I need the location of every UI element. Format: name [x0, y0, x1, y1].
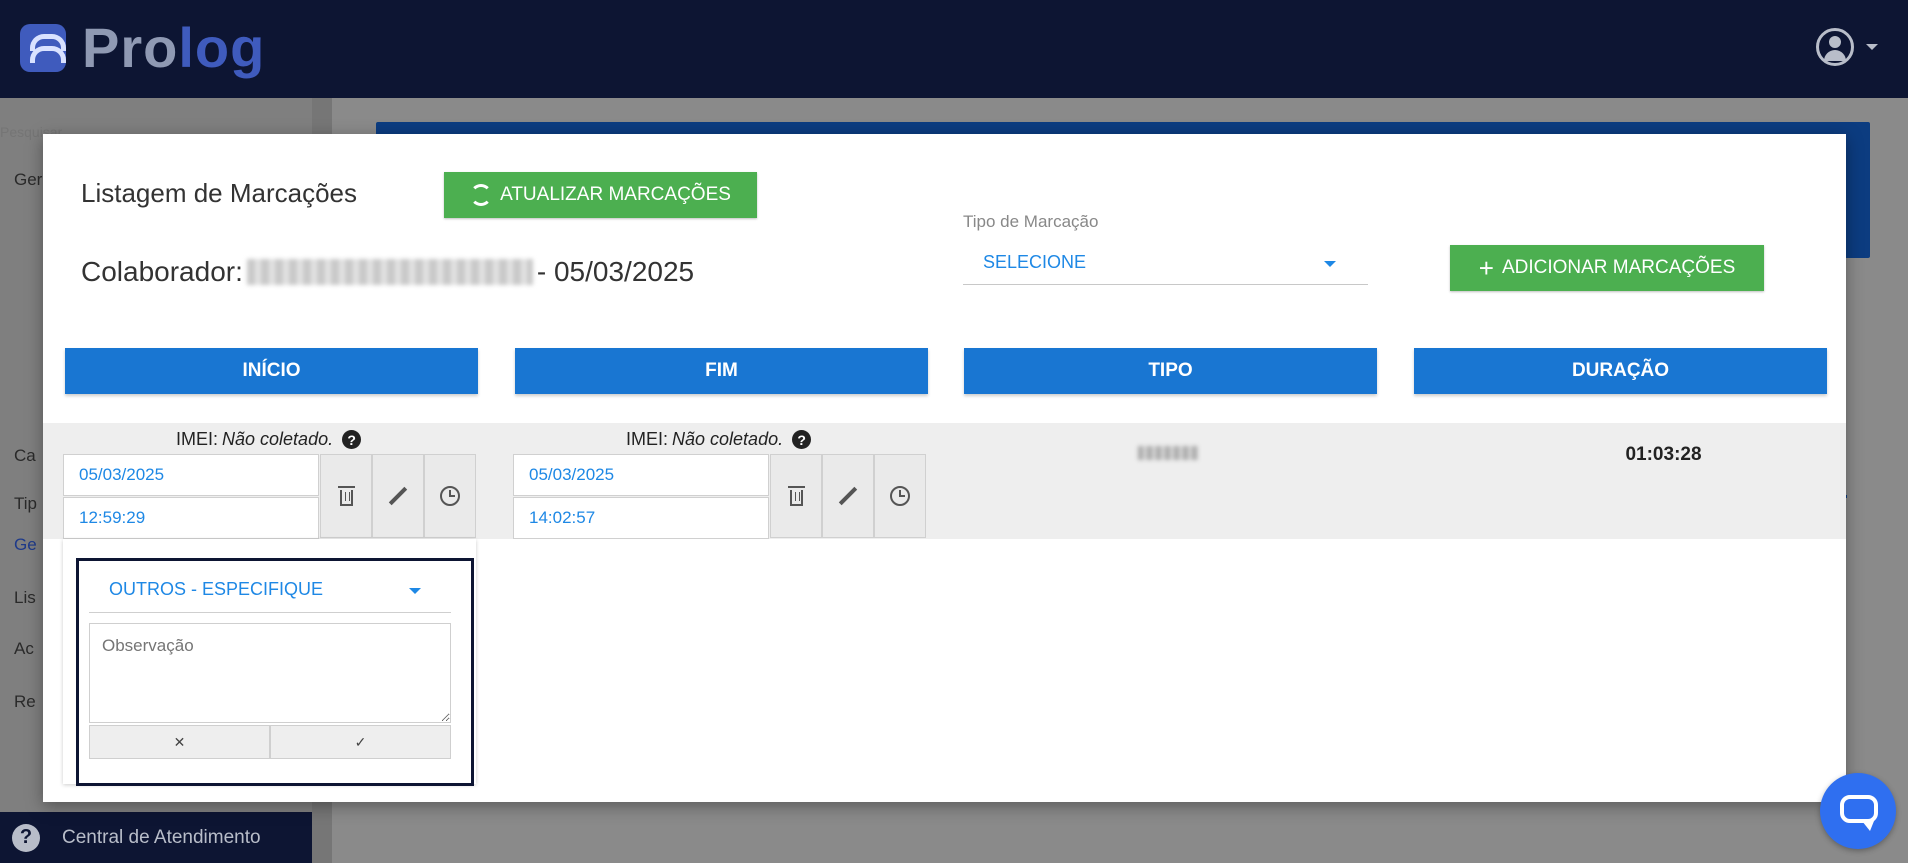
duracao-value: 01:03:28 [1625, 444, 1702, 465]
help-center-bar[interactable]: ? Central de Atendimento [0, 812, 312, 863]
inicio-history-button[interactable] [424, 454, 476, 538]
modal-title: Listagem de Marcações [81, 178, 358, 208]
pencil-icon [838, 486, 858, 506]
chat-button[interactable] [1820, 773, 1896, 849]
column-header-fim: FIM [515, 348, 928, 394]
logo-text: Prolog [82, 16, 266, 79]
top-bar: Prolog [0, 0, 1908, 98]
sidebar-item-5[interactable]: Ac [14, 639, 34, 659]
column-header-duracao: DURAÇÃO [1414, 348, 1827, 394]
question-icon[interactable]: ? [792, 430, 812, 449]
tipo-marcacao-select[interactable]: SELECIONE [963, 241, 1368, 285]
column-header-tipo: TIPO [964, 348, 1377, 394]
help-center-label: Central de Atendimento [62, 826, 261, 848]
marcacoes-modal: Listagem de Marcações ATUALIZAR MARCAÇÕE… [43, 134, 1846, 802]
confirm-button[interactable]: ✓ [270, 725, 451, 759]
refresh-button-label: ATUALIZAR MARCAÇÕES [500, 184, 731, 205]
prolog-logo[interactable]: Prolog [20, 16, 266, 79]
imei-fim: IMEI: Não coletado. ? [626, 429, 812, 450]
fim-edit-button[interactable] [822, 454, 874, 538]
observacao-textarea[interactable] [89, 623, 451, 723]
motivo-value: OUTROS - ESPECIFIQUE [109, 579, 324, 599]
sidebar-item-3[interactable]: Ge [14, 535, 37, 555]
question-icon: ? [12, 823, 40, 852]
imei-inicio: IMEI: Não coletado. ? [176, 429, 362, 450]
inicio-delete-button[interactable] [320, 454, 372, 538]
chevron-down-icon [1324, 261, 1336, 267]
colaborador-label: Colaborador: [81, 256, 243, 287]
question-icon[interactable]: ? [342, 430, 362, 449]
tipo-value-redacted [1138, 446, 1198, 460]
chevron-down-icon [409, 588, 421, 594]
chat-icon [1840, 795, 1878, 831]
add-marcacoes-button[interactable]: + ADICIONAR MARCAÇÕES [1450, 245, 1764, 291]
sidebar-item-4[interactable]: Lis [14, 588, 36, 608]
sidebar-item-2[interactable]: Tip [14, 494, 37, 514]
user-menu[interactable] [1816, 28, 1878, 66]
colaborador-name-redacted [246, 259, 533, 285]
fim-delete-button[interactable] [770, 454, 822, 538]
logo-icon [20, 24, 66, 72]
clock-icon [890, 486, 910, 506]
sidebar-item-6[interactable]: Re [14, 692, 36, 712]
refresh-icon [470, 184, 493, 206]
pencil-icon [388, 486, 408, 506]
colaborador-date: - 05/03/2025 [536, 256, 695, 287]
inicio-edit-button[interactable] [372, 454, 424, 538]
chevron-down-icon[interactable] [1866, 44, 1878, 50]
motivo-select[interactable]: OUTROS - ESPECIFIQUE [89, 567, 451, 613]
sidebar-item-1[interactable]: Ca [14, 446, 36, 466]
close-icon: ✕ [173, 733, 186, 750]
inicio-date-field[interactable]: 05/03/2025 [63, 454, 319, 496]
edit-popup: OUTROS - ESPECIFIQUE ✕ ✓ [76, 558, 474, 786]
add-marcacoes-label: ADICIONAR MARCAÇÕES [1501, 257, 1736, 278]
user-icon[interactable] [1816, 28, 1854, 66]
fim-date-field[interactable]: 05/03/2025 [513, 454, 769, 496]
refresh-button[interactable]: ATUALIZAR MARCAÇÕES [444, 172, 757, 218]
inicio-time-field[interactable]: 12:59:29 [63, 497, 319, 539]
clock-icon [440, 486, 460, 506]
sidebar-item-0[interactable]: Ger [14, 170, 42, 190]
tipo-marcacao-label: Tipo de Marcação [963, 212, 1099, 231]
tipo-marcacao-value: SELECIONE [983, 252, 1087, 272]
colaborador-line: Colaborador: - 05/03/2025 [81, 256, 694, 288]
cancel-button[interactable]: ✕ [89, 725, 270, 759]
trash-icon [337, 486, 355, 506]
fim-history-button[interactable] [874, 454, 926, 538]
column-header-inicio: INÍCIO [65, 348, 478, 394]
check-icon: ✓ [354, 733, 367, 750]
fim-time-field[interactable]: 14:02:57 [513, 497, 769, 539]
trash-icon [787, 486, 805, 506]
plus-icon: + [1478, 253, 1494, 283]
